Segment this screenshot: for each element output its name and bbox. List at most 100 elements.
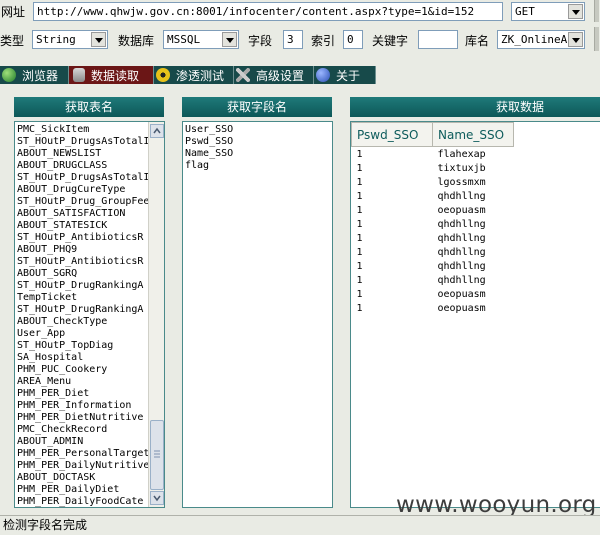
keyword-label: 关键字 <box>372 34 409 48</box>
tools-icon <box>236 68 250 82</box>
tab-advanced-settings[interactable]: 高级设置 <box>234 66 314 84</box>
type-label: 类型 <box>0 34 25 48</box>
column-header[interactable]: Name_SSO <box>432 122 514 147</box>
fields-panel-header: 获取字段名 <box>182 97 332 117</box>
tables-list[interactable]: PMC_SickItem ST_HOutP_DrugsAsTotalI ABOUT_… <box>14 121 165 508</box>
table-list-item[interactable]: ST_HOutP_DrugsAsTotalI <box>17 136 164 148</box>
table-row[interactable]: 1 oeopuasm <box>352 287 514 301</box>
field-count-input[interactable]: 3 <box>283 30 303 49</box>
table-row[interactable]: 1 qhdhllng <box>352 231 514 245</box>
table-list-item[interactable]: PHM_PER_PersonalTarget <box>17 448 164 460</box>
field-list-item[interactable]: Pswd_SSO <box>185 136 332 148</box>
table-list-item[interactable]: AREA_Menu <box>17 376 164 388</box>
table-list-item[interactable]: ST_HOutP_Drug_GroupFee <box>17 196 164 208</box>
table-list-item[interactable]: ABOUT_PHQ9 <box>17 244 164 256</box>
table-list-item[interactable]: ST_HOutP_AntibioticsR <box>17 232 164 244</box>
table-list-item[interactable]: ABOUT_ADMIN <box>17 436 164 448</box>
table-list-item[interactable]: PMC_CheckRecord <box>17 424 164 436</box>
table-cell: 1 <box>356 232 363 244</box>
table-cell: 1 <box>356 288 363 300</box>
method-select[interactable]: GET <box>511 2 585 21</box>
table-row[interactable]: 1 lgossmxm <box>352 175 514 189</box>
table-list-item[interactable]: ST_HOutP_DrugRankingA <box>17 280 164 292</box>
grip-icon <box>154 450 160 458</box>
field-list-item[interactable]: User_SSO <box>185 124 332 136</box>
table-row[interactable]: 1 qhdhllng <box>352 273 514 287</box>
table-cell: 1 <box>356 302 363 314</box>
table-row[interactable]: 1 qhdhllng <box>352 259 514 273</box>
table-list-item[interactable]: ST_HOutP_DrugsAsTotalI <box>17 172 164 184</box>
tab-pentest[interactable]: 渗透测试 <box>154 66 234 84</box>
column-header[interactable]: Pswd_SSO <box>351 122 433 147</box>
radiation-icon <box>156 68 170 82</box>
chevron-down-icon[interactable] <box>222 32 237 47</box>
table-cell: 1 <box>356 274 363 286</box>
table-row[interactable]: 1 qhdhllng <box>352 217 514 231</box>
table-row[interactable]: 1 tixtuxjb <box>352 161 514 175</box>
toolbar-divider <box>594 27 599 51</box>
table-row[interactable]: 1 qhdhllng <box>352 189 514 203</box>
scroll-down-button[interactable] <box>150 491 164 505</box>
table-list-item[interactable]: ABOUT_CheckType <box>17 316 164 328</box>
table-list-item[interactable]: PHM_PER_DailyDiet <box>17 484 164 496</box>
table-list-item[interactable]: PHM_PER_DailyFoodCate <box>17 496 164 507</box>
chevron-down-icon[interactable] <box>568 32 583 47</box>
field-list-item[interactable]: flag <box>185 160 332 172</box>
scroll-thumb[interactable] <box>150 420 164 490</box>
table-cell: oeopuasm <box>437 204 486 216</box>
table-cell: tixtuxjb <box>437 162 486 174</box>
scroll-up-button[interactable] <box>150 124 164 138</box>
table-list-item[interactable]: PHM_PER_DietNutritive <box>17 412 164 424</box>
table-list-item[interactable]: ST_HOutP_DrugRankingA <box>17 304 164 316</box>
index-input[interactable]: 0 <box>343 30 363 49</box>
table-list-item[interactable]: PHM_PUC_Cookery <box>17 364 164 376</box>
table-list-item[interactable]: ABOUT_DRUGCLASS <box>17 160 164 172</box>
database-select[interactable]: MSSQL <box>163 30 239 49</box>
table-row[interactable]: 1 flahexap <box>352 147 514 162</box>
toolbar-divider <box>594 0 599 22</box>
tab-data-read[interactable]: 数据读取 <box>69 66 154 84</box>
table-list-item[interactable]: ST_HOutP_TopDiag <box>17 340 164 352</box>
table-list-item[interactable]: ABOUT_STATESICK <box>17 220 164 232</box>
status-bar: 检测字段名完成 <box>0 515 600 535</box>
table-list-item[interactable]: ABOUT_NEWSLIST <box>17 148 164 160</box>
table-cell: 1 <box>356 204 363 216</box>
table-row[interactable]: 1 oeopuasm <box>352 203 514 217</box>
chevron-down-icon[interactable] <box>91 32 106 47</box>
field-list-item[interactable]: Name_SSO <box>185 148 332 160</box>
table-list-item[interactable]: PMC_SickItem <box>17 124 164 136</box>
table-list-item[interactable]: ST_HOutP_AntibioticsR <box>17 256 164 268</box>
table-cell: qhdhllng <box>437 232 486 244</box>
table-list-item[interactable]: TempTicket <box>17 292 164 304</box>
table-list-item[interactable]: PHM_PER_DailyNutritive <box>17 460 164 472</box>
tab-browser[interactable]: 浏览器 <box>0 66 69 84</box>
table-list-item[interactable]: ABOUT_SATISFACTION <box>17 208 164 220</box>
table-cell: qhdhllng <box>437 190 486 202</box>
keyword-input[interactable] <box>418 30 458 49</box>
table-list-item[interactable]: PHM_PER_Diet <box>17 388 164 400</box>
table-list-item[interactable]: SA_Hospital <box>17 352 164 364</box>
table-list-item[interactable]: ABOUT_DrugCureType <box>17 184 164 196</box>
url-input[interactable]: http://www.qhwjw.gov.cn:8001/infocenter/… <box>33 2 503 21</box>
table-list-item[interactable]: ABOUT_DOCTASK <box>17 472 164 484</box>
field-count-label: 字段 <box>248 34 273 48</box>
table-cell: qhdhllng <box>437 260 486 272</box>
tables-scrollbar[interactable] <box>148 122 164 507</box>
data-table: Pswd_SSO Name_SSO 1 flahexap 1 tixtuxjb 1 lgos… <box>351 122 514 315</box>
chevron-down-icon <box>153 495 161 502</box>
fields-list[interactable]: User_SSO Pswd_SSO Name_SSO flag <box>182 121 333 508</box>
table-list-item[interactable]: User_App <box>17 328 164 340</box>
type-select[interactable]: String <box>32 30 108 49</box>
table-cell: lgossmxm <box>437 176 486 188</box>
tab-about[interactable]: 关于 <box>314 66 376 84</box>
table-row[interactable]: 1 qhdhllng <box>352 245 514 259</box>
data-grid[interactable]: Pswd_SSO Name_SSO 1 flahexap 1 tixtuxjb 1 lgos… <box>350 121 600 508</box>
chevron-down-icon[interactable] <box>568 4 583 19</box>
table-row[interactable]: 1 oeopuasm <box>352 301 514 315</box>
info-icon <box>316 68 330 82</box>
table-list-item[interactable]: PHM_PER_Information <box>17 400 164 412</box>
table-list-item[interactable]: ABOUT_SGRQ <box>17 268 164 280</box>
dbname-select[interactable]: ZK_OnlineAb <box>497 30 585 49</box>
database-value: MSSQL <box>167 33 201 46</box>
tables-panel-header: 获取表名 <box>14 97 164 117</box>
